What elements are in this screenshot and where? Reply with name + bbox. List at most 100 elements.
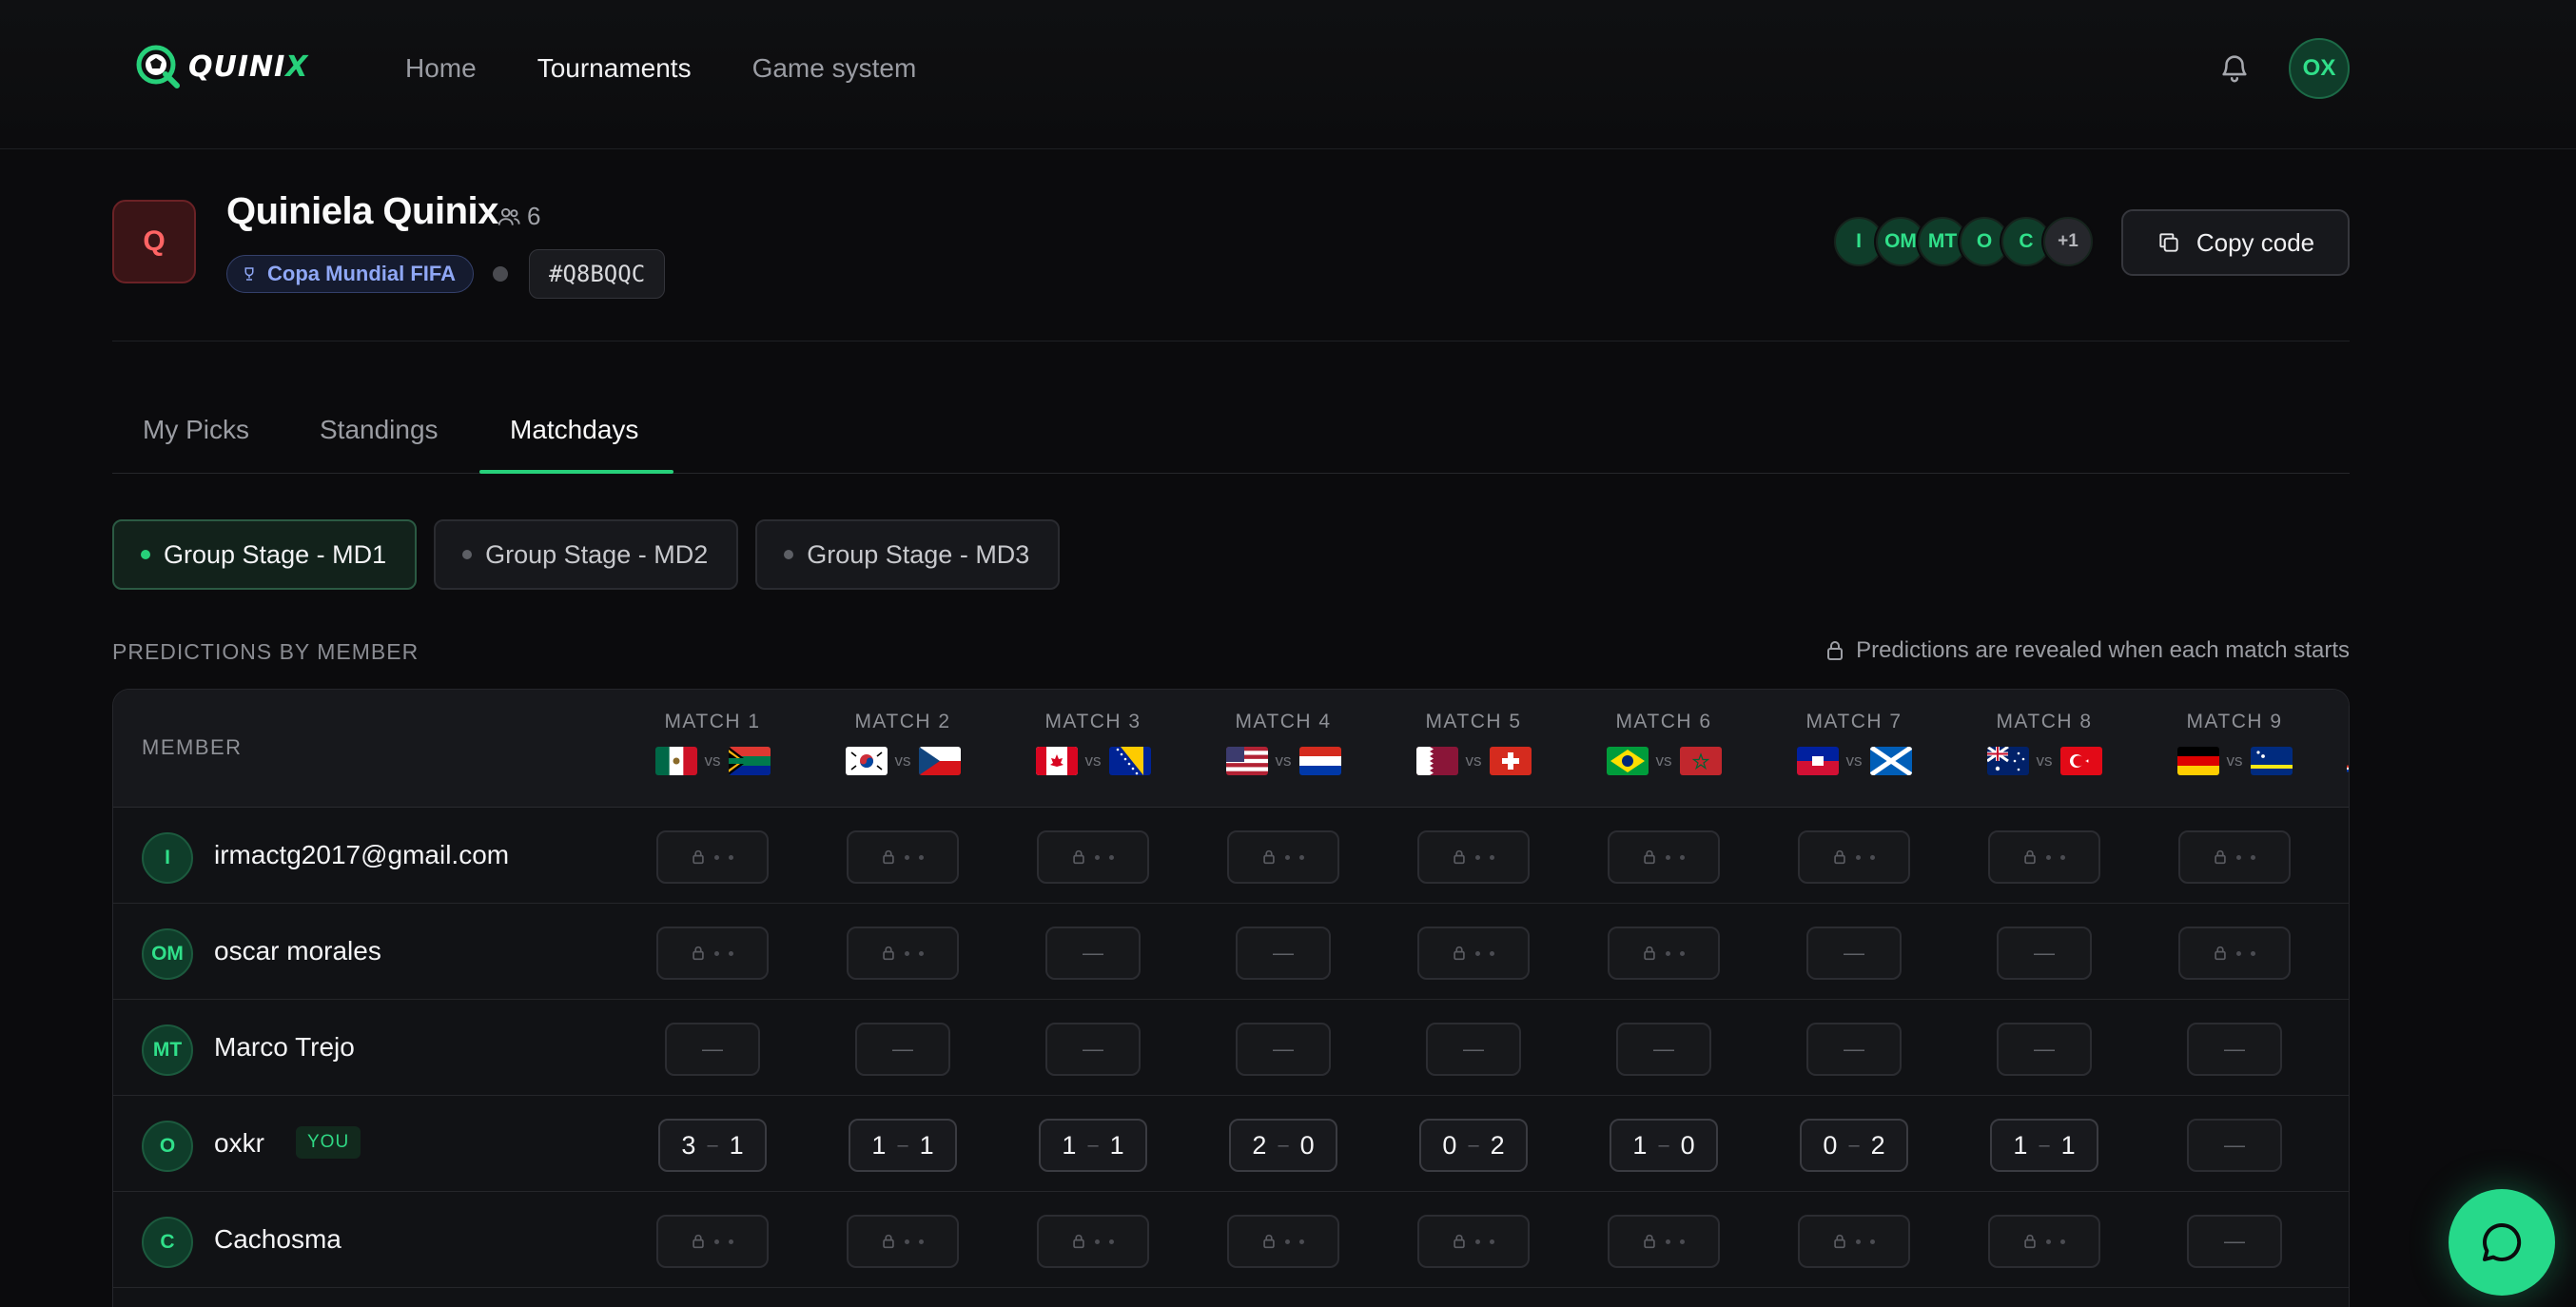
- vs-label: vs: [894, 751, 911, 770]
- no-prediction: —: [665, 1023, 760, 1076]
- tab-standings[interactable]: Standings: [320, 415, 439, 445]
- prediction-score: 0–2: [1800, 1119, 1908, 1172]
- member-name: oscar morales: [214, 936, 381, 966]
- match-label: MATCH 8: [1996, 711, 2093, 732]
- user-avatar[interactable]: OX: [2289, 38, 2350, 99]
- pool-icon: Q: [112, 200, 196, 283]
- home-score: 0: [1442, 1130, 1457, 1160]
- match-teams: vs: [1606, 747, 1722, 775]
- usa-flag-icon: [1225, 747, 1268, 775]
- member-name: oxkr: [214, 1128, 264, 1158]
- curacao-flag-icon: [2250, 747, 2293, 775]
- lock-icon: [2024, 1234, 2036, 1249]
- match-teams: vs: [1225, 747, 1341, 775]
- match-teams: vs: [1035, 747, 1151, 775]
- match-column-header: MATCH 8 vs: [1963, 711, 2125, 775]
- lock-icon: [693, 1234, 704, 1249]
- away-score: 1: [1109, 1130, 1124, 1160]
- home-score: 1: [871, 1130, 887, 1160]
- tab-matchdays[interactable]: Matchdays: [510, 415, 638, 445]
- score-separator: –: [1658, 1134, 1669, 1156]
- locked-prediction: [1417, 830, 1530, 884]
- no-prediction: —: [2187, 1215, 2282, 1268]
- member-avatar: I: [142, 832, 193, 884]
- match-teams: vs: [1415, 747, 1532, 775]
- locked-prediction: [847, 1215, 959, 1268]
- you-badge: YOU: [296, 1126, 361, 1159]
- table-row: C Cachosma —: [113, 1192, 2349, 1288]
- locked-prediction: [1608, 1215, 1720, 1268]
- table-row: Iirmactg2017@gmail.com: [113, 808, 2349, 904]
- locked-prediction: [656, 927, 769, 980]
- chat-icon: [2483, 1222, 2522, 1261]
- invite-code[interactable]: #Q8BQQC: [529, 249, 666, 299]
- prediction-score: 1–0: [1610, 1119, 1718, 1172]
- copy-code-button[interactable]: Copy code: [2121, 209, 2350, 276]
- locked-prediction: [847, 927, 959, 980]
- haiti-flag-icon: [1796, 747, 1839, 775]
- matchday-chip-md2[interactable]: Group Stage - MD2: [434, 519, 739, 590]
- home-score: 1: [1062, 1130, 1077, 1160]
- score-separator: –: [1087, 1134, 1099, 1156]
- league-badge: Copa Mundial FIFA: [226, 255, 474, 293]
- score-separator: –: [1848, 1134, 1860, 1156]
- vs-label: vs: [1275, 751, 1292, 770]
- australia-flag-icon: [1986, 747, 2029, 775]
- match-column-header: MATCH 2 vs: [822, 711, 984, 775]
- chat-button[interactable]: [2449, 1189, 2555, 1296]
- away-score: 1: [2060, 1130, 2076, 1160]
- nav-home[interactable]: Home: [405, 53, 477, 84]
- lock-icon: [1263, 849, 1275, 865]
- bell-icon[interactable]: [2218, 51, 2251, 84]
- trophy-icon: [244, 267, 254, 281]
- table-row: OM oscar morales — — — —: [113, 904, 2349, 1000]
- locked-prediction: [1037, 1215, 1149, 1268]
- away-score: 1: [919, 1130, 934, 1160]
- lock-icon: [883, 946, 894, 961]
- prediction-score: 1–1: [849, 1119, 957, 1172]
- matchday-chip-md3[interactable]: Group Stage - MD3: [755, 519, 1061, 590]
- vs-label: vs: [1084, 751, 1102, 770]
- score-separator: –: [1468, 1134, 1479, 1156]
- copy-code-label: Copy code: [2195, 227, 2315, 257]
- member-avatar: OM: [142, 928, 193, 980]
- member-avatar: MT: [142, 1024, 193, 1076]
- lock-icon: [693, 849, 704, 865]
- home-score: 1: [1632, 1130, 1648, 1160]
- away-score: 1: [729, 1130, 744, 1160]
- lock-icon: [1834, 1234, 1845, 1249]
- lock-icon: [1827, 641, 1844, 660]
- match-column-header: MATCH 4 vs: [1202, 711, 1364, 775]
- member-avatars[interactable]: I OM MT O C +1: [1834, 217, 2093, 266]
- score-separator: –: [897, 1134, 908, 1156]
- morocco-flag-icon: [1679, 747, 1722, 775]
- prediction-score: 3–1: [658, 1119, 767, 1172]
- matchday-chip-md1[interactable]: Group Stage - MD1: [112, 519, 418, 590]
- vs-label: vs: [704, 751, 721, 770]
- locked-prediction: [2178, 830, 2291, 884]
- tab-my-picks[interactable]: My Picks: [143, 415, 249, 445]
- match-label: MATCH 1: [664, 711, 761, 732]
- no-prediction: —: [1236, 1023, 1331, 1076]
- no-prediction: —: [1997, 927, 2092, 980]
- logo[interactable]: QUINIX: [133, 42, 308, 91]
- away-score: 0: [1680, 1130, 1695, 1160]
- lock-icon: [1644, 946, 1655, 961]
- page-title: Quiniela Quinix: [226, 190, 498, 232]
- match-label: MATCH 2: [854, 711, 951, 732]
- home-score: 2: [1252, 1130, 1267, 1160]
- lock-icon: [2215, 946, 2226, 961]
- match-teams: vs: [845, 747, 961, 775]
- locked-prediction: [1798, 830, 1910, 884]
- no-prediction: —: [1806, 1023, 1902, 1076]
- no-prediction: —: [1236, 927, 1331, 980]
- home-score: 0: [1823, 1130, 1838, 1160]
- nav-game-system[interactable]: Game system: [752, 53, 917, 84]
- lock-icon: [1454, 946, 1465, 961]
- league-name: Copa Mundial FIFA: [267, 262, 456, 285]
- match-column-header: MATCH 9 vs: [2154, 711, 2315, 775]
- lock-icon: [1644, 849, 1655, 865]
- no-prediction: —: [2187, 1023, 2282, 1076]
- nav-tournaments[interactable]: Tournaments: [537, 53, 692, 84]
- status-dot: [784, 550, 794, 559]
